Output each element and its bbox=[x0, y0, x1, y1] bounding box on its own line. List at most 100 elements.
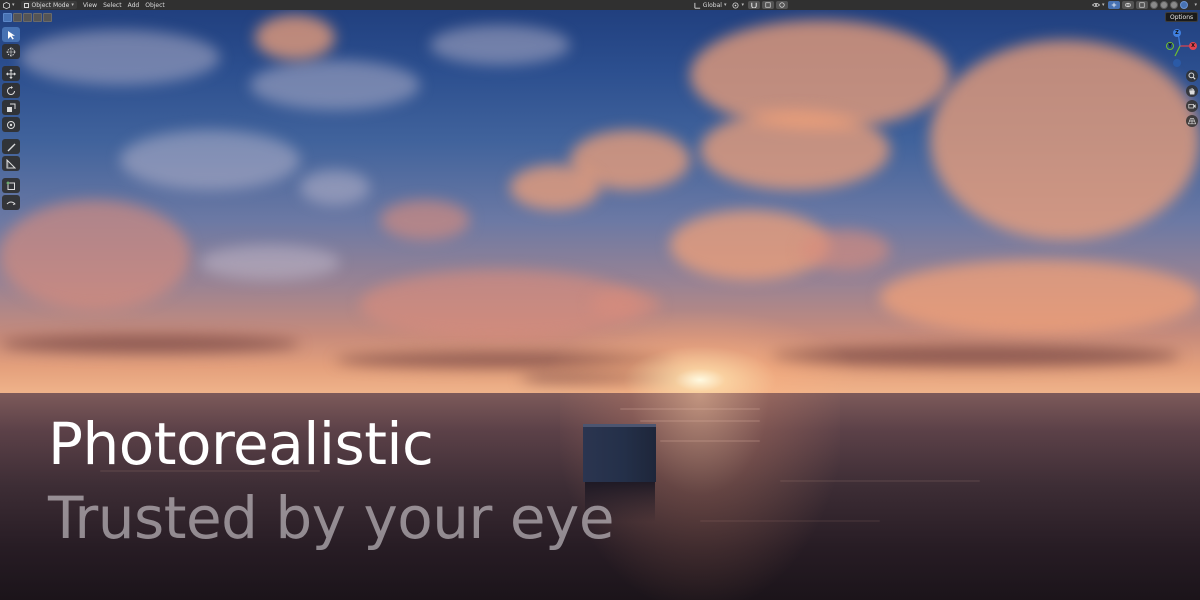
scale-tool[interactable] bbox=[2, 100, 20, 115]
measure-icon bbox=[6, 158, 16, 168]
orientation-label: Global bbox=[702, 1, 722, 9]
sphere-rotate-tool[interactable] bbox=[2, 195, 20, 210]
proportional-editing-toggle[interactable] bbox=[775, 1, 788, 9]
neg-z-axis-handle[interactable] bbox=[1173, 59, 1181, 67]
x-axis-handle[interactable]: X bbox=[1189, 42, 1197, 50]
proportional-edit-icon bbox=[779, 2, 785, 8]
cursor-icon bbox=[6, 46, 16, 57]
3d-viewport-icon bbox=[3, 1, 10, 9]
transform-tool[interactable] bbox=[2, 117, 20, 132]
snap-increment-icon bbox=[765, 2, 771, 8]
rendered-shading-icon[interactable] bbox=[1180, 1, 1189, 9]
solid-shading-icon[interactable] bbox=[1160, 1, 1169, 9]
pan-button[interactable] bbox=[1186, 85, 1198, 97]
navigation-gizmo[interactable]: X Y Z bbox=[1160, 26, 1200, 70]
edge-select-icon[interactable] bbox=[13, 13, 22, 22]
gizmo-icon bbox=[1112, 2, 1117, 8]
move-icon bbox=[6, 68, 16, 79]
add-cube-tool[interactable] bbox=[2, 178, 20, 193]
chevron-down-icon: ▾ bbox=[12, 2, 15, 8]
cloud bbox=[430, 25, 570, 65]
cloud bbox=[300, 170, 370, 205]
headline-text: Photorealistic bbox=[48, 410, 434, 478]
menu-view[interactable]: View bbox=[80, 0, 100, 10]
chevron-down-icon: ▾ bbox=[1101, 2, 1105, 8]
cloud bbox=[700, 110, 890, 190]
overlays-toggle[interactable] bbox=[1122, 1, 1135, 9]
pivot-icon bbox=[732, 1, 739, 9]
annotate-tool[interactable] bbox=[2, 139, 20, 154]
menu-object[interactable]: Object bbox=[142, 0, 168, 10]
tool-shelf bbox=[2, 27, 21, 212]
cloud bbox=[880, 260, 1200, 335]
transform-orientation-dropdown[interactable]: Global ▾ bbox=[691, 0, 730, 10]
perspective-toggle-button[interactable] bbox=[1186, 115, 1198, 127]
editor-type-selector[interactable]: ▾ bbox=[0, 0, 18, 10]
intersect-icon[interactable] bbox=[43, 13, 52, 22]
chevron-down-icon: ▾ bbox=[741, 2, 744, 8]
wave-highlight bbox=[640, 420, 760, 422]
menu-add[interactable]: Add bbox=[125, 0, 143, 10]
snap-toggle[interactable] bbox=[747, 1, 760, 9]
annotate-icon bbox=[7, 143, 16, 151]
face-select-icon[interactable] bbox=[23, 13, 32, 22]
cloud bbox=[200, 245, 340, 280]
cube-object[interactable] bbox=[583, 424, 656, 522]
overlay-icon bbox=[1125, 2, 1132, 8]
cloud bbox=[0, 335, 300, 353]
cloud bbox=[255, 15, 335, 60]
transform-icon bbox=[7, 120, 15, 129]
extend-icon[interactable] bbox=[33, 13, 42, 22]
rotate-icon bbox=[7, 85, 15, 95]
cloud bbox=[380, 200, 470, 240]
hand-pan-icon bbox=[1189, 88, 1195, 95]
cloud bbox=[800, 230, 890, 270]
select-box-tool[interactable] bbox=[2, 27, 20, 42]
rotate-tool[interactable] bbox=[2, 83, 20, 98]
cursor-tool[interactable] bbox=[2, 44, 20, 59]
cloud bbox=[120, 130, 300, 190]
xray-toggle[interactable] bbox=[1136, 1, 1149, 9]
orientation-icon bbox=[694, 2, 700, 9]
mode-label: Object Mode bbox=[31, 1, 70, 9]
wireframe-shading-icon[interactable] bbox=[1150, 1, 1159, 9]
cloud bbox=[250, 60, 420, 110]
xray-icon bbox=[1139, 2, 1146, 8]
3d-viewport[interactable]: Photorealistic Trusted by your eye bbox=[0, 0, 1200, 600]
wave-highlight bbox=[700, 520, 880, 522]
z-axis-handle[interactable]: Z bbox=[1173, 29, 1181, 37]
pivot-point-dropdown[interactable]: ▾ bbox=[729, 0, 747, 10]
y-axis-handle[interactable]: Y bbox=[1166, 42, 1174, 50]
object-visibility-dropdown[interactable]: ▾ bbox=[1089, 0, 1108, 10]
cloud bbox=[510, 165, 600, 210]
zoom-icon bbox=[1188, 72, 1196, 80]
scale-icon bbox=[7, 103, 16, 112]
camera-view-button[interactable] bbox=[1186, 100, 1198, 112]
subline-text: Trusted by your eye bbox=[48, 484, 615, 552]
snap-target-dropdown[interactable] bbox=[761, 1, 774, 9]
shading-options-dropdown[interactable]: ▾ bbox=[1189, 0, 1200, 10]
header-spacer-right bbox=[789, 0, 1089, 10]
wave-highlight bbox=[660, 440, 760, 442]
navigation-buttons bbox=[1186, 70, 1198, 130]
cloud bbox=[0, 200, 190, 310]
measure-tool[interactable] bbox=[2, 156, 20, 171]
vertex-select-icon[interactable] bbox=[3, 13, 12, 22]
add-cube-icon bbox=[6, 181, 15, 190]
material-preview-icon[interactable] bbox=[1170, 1, 1179, 9]
menu-select[interactable]: Select bbox=[100, 0, 125, 10]
select-box-icon bbox=[8, 30, 15, 39]
sphere-rotate-icon bbox=[6, 201, 16, 205]
zoom-button[interactable] bbox=[1186, 70, 1198, 82]
grid-perspective-icon bbox=[1188, 118, 1196, 125]
gizmo-toggle[interactable] bbox=[1108, 1, 1121, 9]
cloud bbox=[20, 30, 220, 85]
object-mode-dropdown[interactable]: Object Mode ▾ bbox=[20, 1, 77, 9]
chevron-down-icon: ▾ bbox=[71, 2, 74, 8]
cube-top-edge bbox=[583, 424, 656, 427]
move-tool[interactable] bbox=[2, 66, 20, 81]
camera-icon bbox=[1188, 104, 1196, 109]
cube-face bbox=[583, 426, 656, 482]
magnet-icon bbox=[751, 2, 757, 8]
wave-highlight bbox=[620, 408, 760, 410]
